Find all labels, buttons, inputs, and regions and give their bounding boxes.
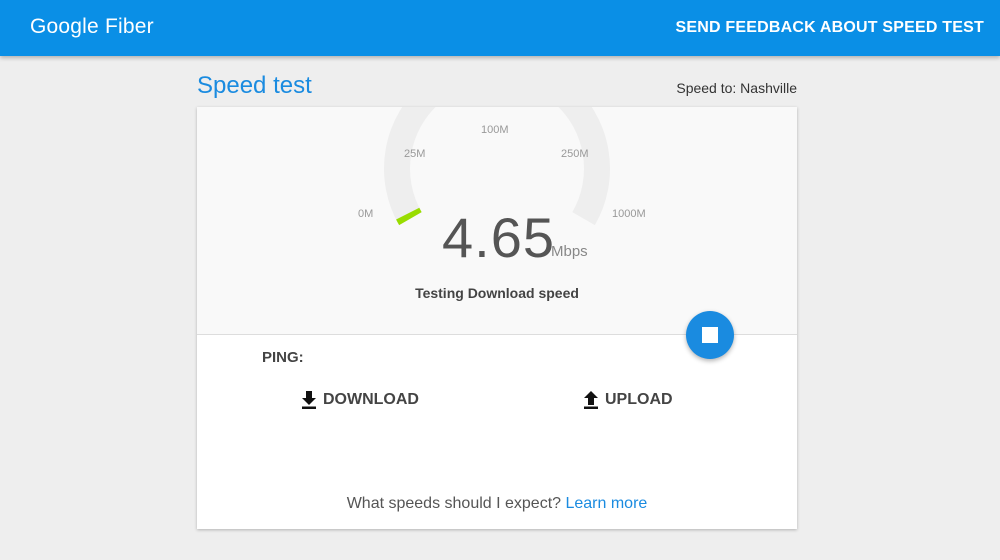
download-result: DOWNLOAD	[301, 391, 419, 409]
test-status: Testing Download speed	[415, 285, 579, 301]
speed-to-location: Speed to: Nashville	[676, 80, 797, 96]
gauge-progress-arc	[396, 207, 422, 226]
tick-1000m: 1000M	[612, 208, 646, 220]
stop-icon	[702, 327, 718, 343]
tick-0m: 0M	[358, 208, 374, 220]
send-feedback-link[interactable]: SEND FEEDBACK ABOUT SPEED TEST	[675, 19, 984, 37]
tick-25m: 25M	[404, 148, 426, 160]
speed-test-card: 0M 25M 100M 250M 1000M 4.65 Mbps Testing…	[197, 107, 797, 529]
footer-question-text: What speeds should I expect?	[346, 495, 566, 512]
app-header: Google Fiber SEND FEEDBACK ABOUT SPEED T…	[0, 0, 1000, 56]
footer-question: What speeds should I expect? Learn more	[197, 495, 797, 513]
stop-button[interactable]	[686, 311, 734, 359]
speed-value: 4.65	[442, 206, 555, 269]
ping-label: PING:	[262, 349, 304, 366]
upload-icon	[584, 391, 598, 409]
page-title: Speed test	[197, 72, 312, 99]
title-row: Speed test Speed to: Nashville	[197, 72, 797, 104]
download-label: DOWNLOAD	[323, 391, 419, 408]
upload-result: UPLOAD	[583, 391, 673, 409]
tick-100m: 100M	[481, 124, 509, 136]
download-icon	[302, 391, 316, 409]
learn-more-link[interactable]: Learn more	[565, 495, 647, 512]
google-fiber-logo[interactable]: Google Fiber	[30, 15, 154, 39]
tick-250m: 250M	[561, 148, 589, 160]
gauge-panel: 0M 25M 100M 250M 1000M 4.65 Mbps Testing…	[197, 107, 797, 335]
upload-label: UPLOAD	[605, 391, 673, 408]
speed-unit: Mbps	[551, 243, 588, 260]
